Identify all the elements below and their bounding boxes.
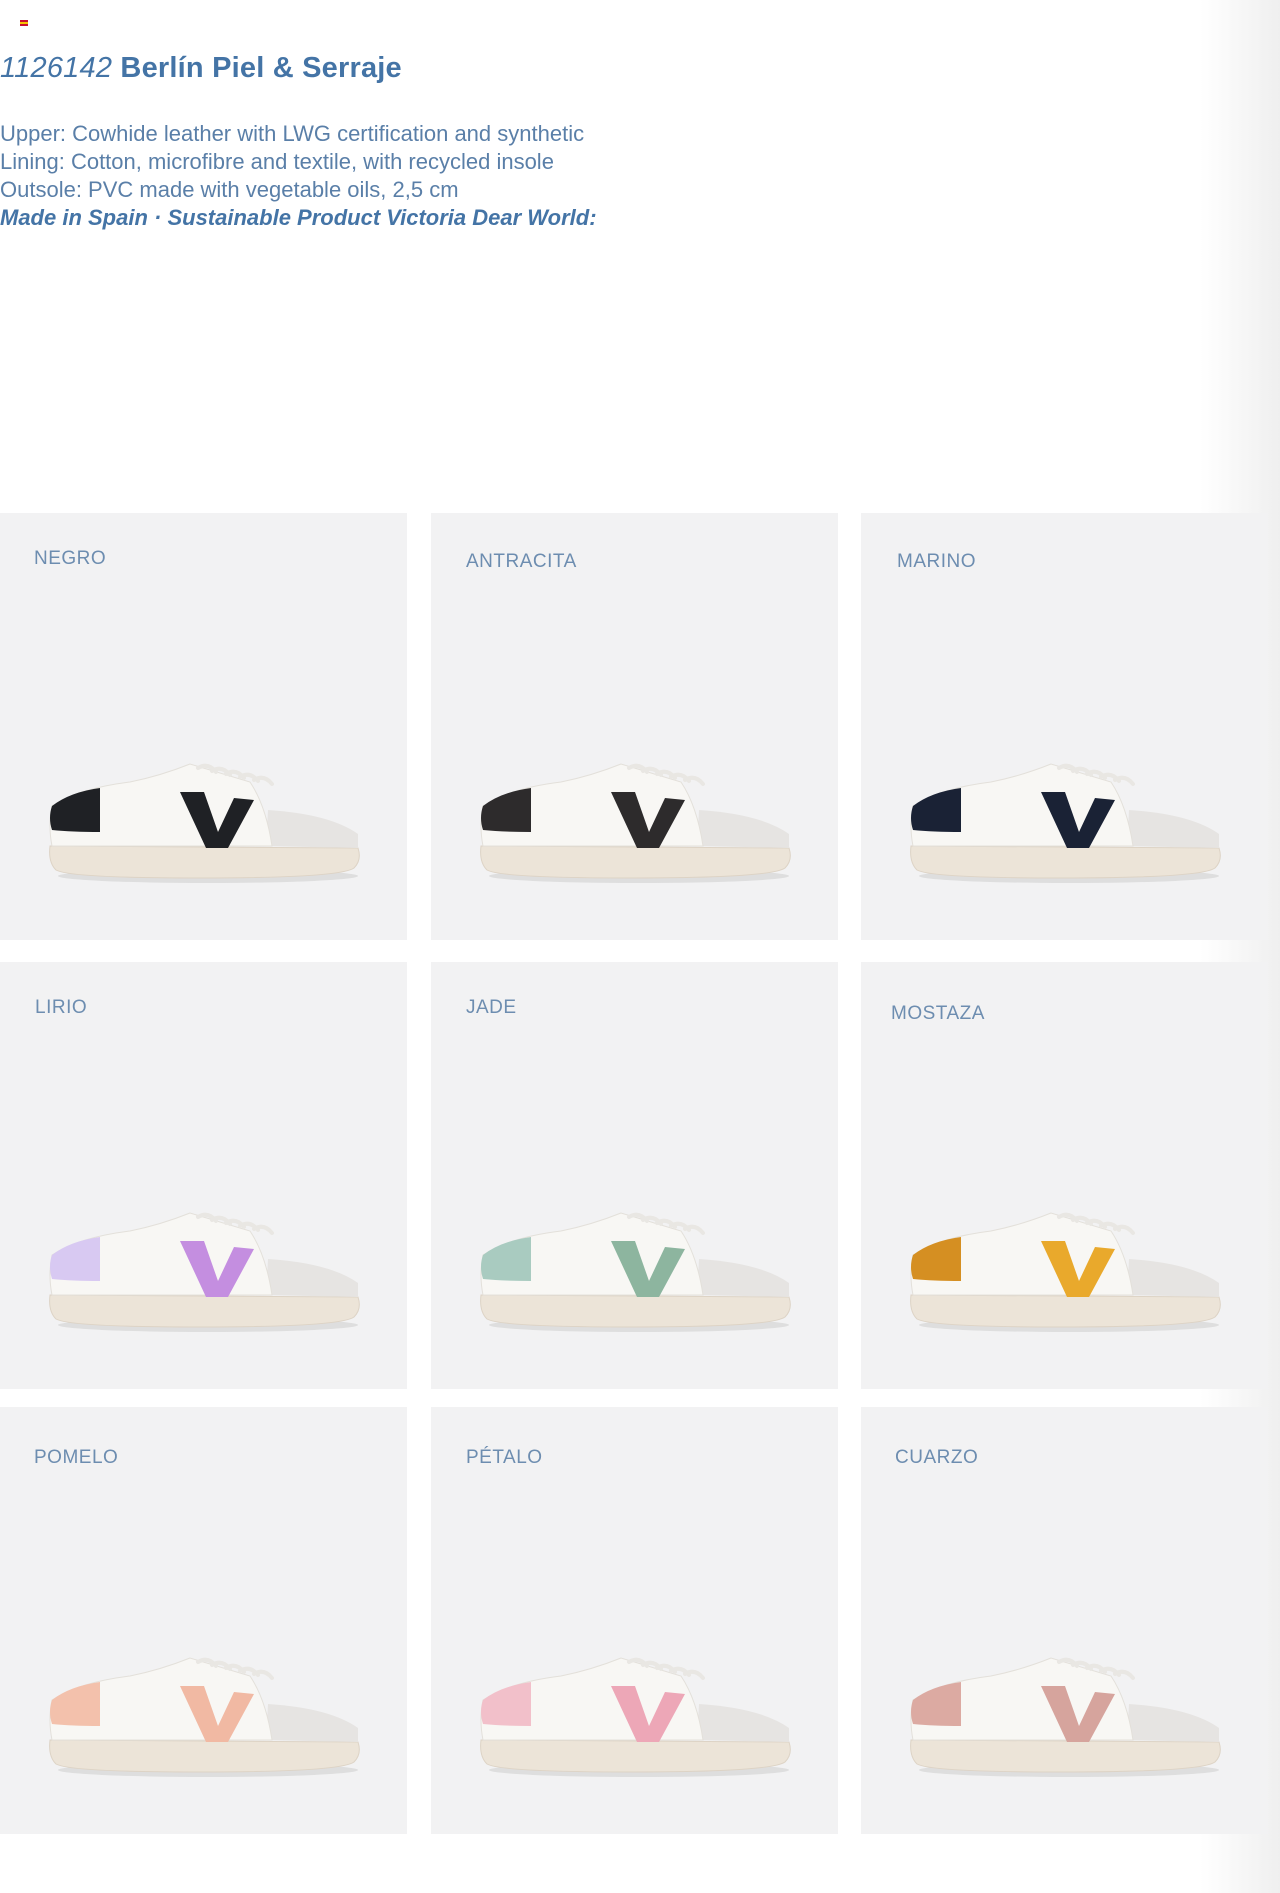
sneaker-heel-tab bbox=[911, 788, 961, 832]
sneaker-heel-tab bbox=[481, 1237, 531, 1281]
spain-flag-icon bbox=[20, 20, 28, 26]
variant-tile-negro[interactable]: NEGRO bbox=[0, 513, 407, 940]
product-name: Berlín Piel & Serraje bbox=[120, 52, 402, 84]
sneaker-sole bbox=[480, 1739, 791, 1773]
sneaker-image bbox=[480, 763, 791, 883]
sneaker-toe-cap bbox=[266, 1259, 358, 1297]
sneaker-toe-cap bbox=[1127, 810, 1219, 848]
variant-label: POMELO bbox=[34, 1447, 119, 1468]
variant-label: PÉTALO bbox=[466, 1447, 543, 1468]
sneaker-toe-cap bbox=[1127, 1259, 1219, 1297]
variant-tile-antracita[interactable]: ANTRACITA bbox=[431, 513, 838, 940]
sneaker-heel-tab bbox=[911, 1682, 961, 1726]
sneaker-image bbox=[49, 1657, 360, 1777]
sneaker-image bbox=[910, 763, 1221, 883]
sneaker-sole bbox=[480, 845, 791, 879]
product-title: 1126142 Berlín Piel & Serraje bbox=[0, 52, 402, 85]
variant-tile-pomelo[interactable]: POMELO bbox=[0, 1407, 407, 1834]
sneaker-toe-cap bbox=[697, 1704, 789, 1742]
variant-tile-jade[interactable]: JADE bbox=[431, 962, 838, 1389]
sneaker-heel-tab bbox=[911, 1237, 961, 1281]
sneaker-sole bbox=[910, 1739, 1221, 1773]
sneaker-sole bbox=[910, 1294, 1221, 1328]
sneaker-image bbox=[910, 1212, 1221, 1332]
product-code: 1126142 bbox=[0, 52, 113, 84]
sneaker-sole bbox=[49, 1294, 360, 1328]
sneaker-image bbox=[49, 763, 360, 883]
sneaker-image bbox=[480, 1657, 791, 1777]
variant-label: CUARZO bbox=[895, 1447, 979, 1468]
sneaker-toe-cap bbox=[697, 1259, 789, 1297]
product-specs: Upper: Cowhide leather with LWG certific… bbox=[0, 120, 640, 232]
sneaker-image bbox=[480, 1212, 791, 1332]
spec-lining: Lining: Cotton, microfibre and textile, … bbox=[0, 149, 554, 174]
sneaker-heel-tab bbox=[50, 1682, 100, 1726]
variant-label: MOSTAZA bbox=[891, 1003, 985, 1024]
variant-tile-mostaza[interactable]: MOSTAZA bbox=[861, 962, 1268, 1389]
variant-tile-cuarzo[interactable]: CUARZO bbox=[861, 1407, 1268, 1834]
sneaker-sole bbox=[480, 1294, 791, 1328]
sneaker-heel-tab bbox=[481, 1682, 531, 1726]
variant-tile-lirio[interactable]: LIRIO bbox=[0, 962, 407, 1389]
sneaker-toe-cap bbox=[266, 1704, 358, 1742]
sneaker-toe-cap bbox=[266, 810, 358, 848]
sneaker-sole bbox=[910, 845, 1221, 879]
product-tagline: Made in Spain · Sustainable Product Vict… bbox=[0, 205, 597, 230]
sneaker-heel-tab bbox=[50, 1237, 100, 1281]
variant-label: MARINO bbox=[897, 551, 976, 572]
sneaker-sole bbox=[49, 1739, 360, 1773]
sneaker-toe-cap bbox=[697, 810, 789, 848]
variant-label: LIRIO bbox=[35, 997, 88, 1018]
variant-tile-petalo[interactable]: PÉTALO bbox=[431, 1407, 838, 1834]
variant-label: JADE bbox=[466, 997, 517, 1018]
spec-outsole: Outsole: PVC made with vegetable oils, 2… bbox=[0, 177, 459, 202]
sneaker-toe-cap bbox=[1127, 1704, 1219, 1742]
sneaker-image bbox=[49, 1212, 360, 1332]
sneaker-heel-tab bbox=[50, 788, 100, 832]
sneaker-heel-tab bbox=[481, 788, 531, 832]
sneaker-sole bbox=[49, 845, 360, 879]
sneaker-image bbox=[910, 1657, 1221, 1777]
flag-stripe-bottom bbox=[20, 24, 28, 26]
spec-upper: Upper: Cowhide leather with LWG certific… bbox=[0, 121, 585, 146]
variant-tile-marino[interactable]: MARINO bbox=[861, 513, 1268, 940]
variant-label: ANTRACITA bbox=[466, 551, 577, 572]
variant-label: NEGRO bbox=[34, 548, 107, 569]
